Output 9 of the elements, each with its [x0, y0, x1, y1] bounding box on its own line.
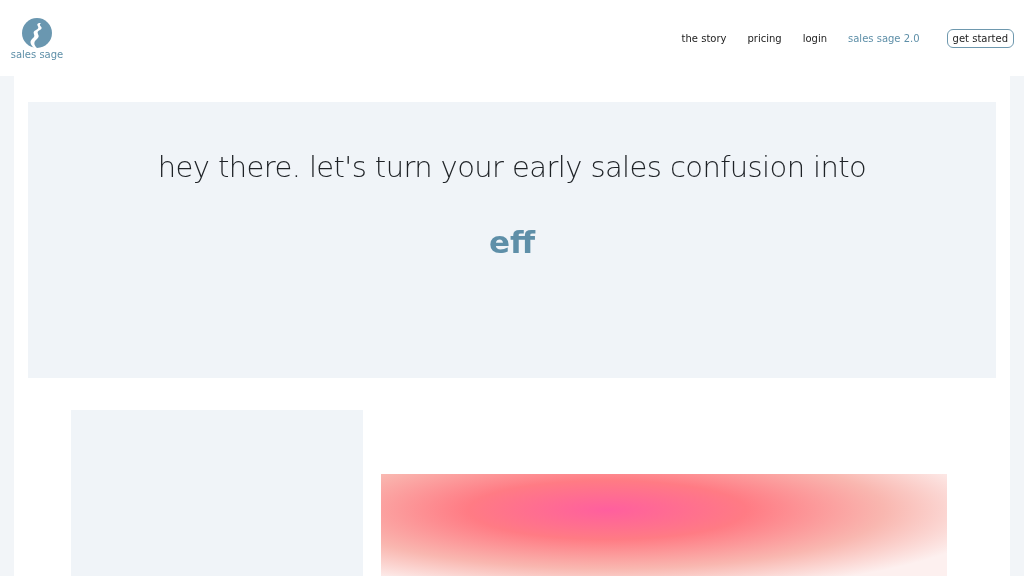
nav-link[interactable]: login: [802, 32, 828, 44]
typed-word: eff: [488, 224, 536, 260]
nav-link[interactable]: the story: [681, 32, 727, 44]
logo-text: sales sage: [10, 49, 64, 60]
river-logo-icon: [22, 18, 52, 48]
nav-link[interactable]: pricing: [747, 32, 782, 44]
get-started-button[interactable]: get started: [946, 28, 1014, 48]
nav-link[interactable]: sales sage 2.0: [848, 32, 920, 44]
hero-headline: hey there. let's turn your early sales confusion into: [157, 150, 867, 184]
